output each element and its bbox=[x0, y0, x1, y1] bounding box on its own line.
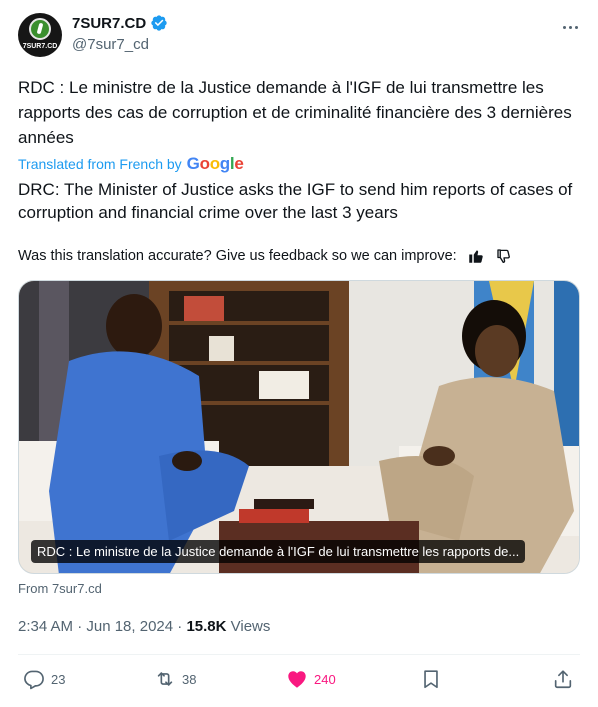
verified-badge-icon[interactable] bbox=[150, 14, 168, 32]
translation-attribution[interactable]: Translated from French by Google bbox=[18, 154, 244, 174]
reply-count: 23 bbox=[51, 671, 66, 687]
retweet-count: 38 bbox=[182, 671, 197, 687]
reply-button[interactable]: 23 bbox=[23, 668, 65, 690]
tweet-translated-text: DRC: The Minister of Justice asks the IG… bbox=[18, 180, 573, 222]
like-count: 240 bbox=[314, 671, 336, 687]
like-button[interactable]: 240 bbox=[286, 668, 336, 690]
tweet-media[interactable]: RDC : Le ministre de la Justice demande … bbox=[18, 280, 580, 574]
tweet-original-text: RDC : Le ministre de la Justice demande … bbox=[18, 78, 572, 147]
retweet-button[interactable]: 38 bbox=[154, 668, 196, 690]
display-name[interactable]: 7SUR7.CD bbox=[72, 15, 146, 32]
google-logo: Google bbox=[186, 154, 244, 173]
reply-icon bbox=[24, 670, 44, 690]
thumbs-down-icon[interactable] bbox=[495, 247, 513, 265]
tweet-header: 7SUR7.CD 7SUR7.CD @7sur7_cd bbox=[18, 13, 580, 61]
share-button[interactable] bbox=[552, 668, 574, 690]
avatar[interactable]: 7SUR7.CD bbox=[18, 13, 62, 57]
tweet-timestamp[interactable]: 2:34 AM · Jun 18, 2024 · bbox=[18, 618, 186, 635]
views-count: 15.8K bbox=[186, 618, 227, 635]
thumbs-up-icon[interactable] bbox=[467, 247, 485, 265]
name-row: 7SUR7.CD bbox=[72, 14, 168, 32]
action-bar: 23 38 240 bbox=[18, 668, 580, 696]
translation-feedback: Was this translation accurate? Give us f… bbox=[18, 247, 513, 265]
bookmark-button[interactable] bbox=[420, 668, 442, 690]
tweet-meta: 2:34 AM · Jun 18, 2024 · 15.8K Views bbox=[18, 618, 270, 635]
avatar-logo-text: 7SUR7.CD bbox=[22, 43, 58, 50]
divider bbox=[18, 654, 580, 655]
source-link[interactable]: From 7sur7.cd bbox=[18, 581, 102, 596]
translated-label: Translated from French by bbox=[18, 156, 182, 172]
more-options-icon[interactable] bbox=[560, 17, 580, 37]
retweet-icon bbox=[157, 672, 173, 686]
views-label: Views bbox=[226, 618, 271, 635]
feedback-prompt: Was this translation accurate? Give us f… bbox=[18, 248, 457, 264]
account-handle[interactable]: @7sur7_cd bbox=[72, 36, 149, 53]
media-caption: RDC : Le ministre de la Justice demande … bbox=[31, 540, 526, 563]
heart-icon bbox=[288, 671, 306, 688]
meeting-photo bbox=[19, 281, 579, 573]
share-icon bbox=[554, 670, 572, 689]
logo-mark-icon bbox=[29, 18, 51, 40]
bookmark-icon bbox=[424, 670, 438, 689]
